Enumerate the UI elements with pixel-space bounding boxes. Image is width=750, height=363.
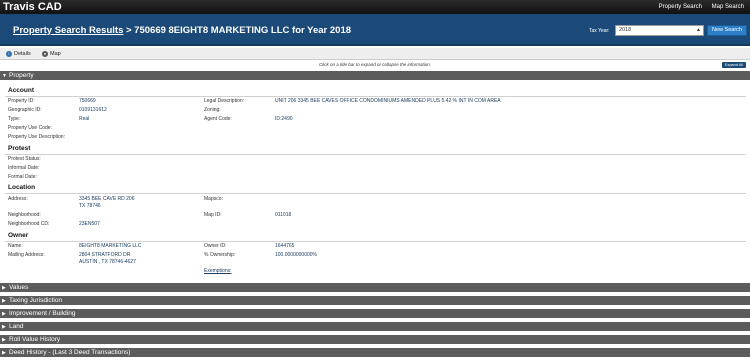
page-header: Property Search Results > 750669 8EIGHT8…: [0, 14, 750, 46]
agent-code-label: Agent Code:: [204, 116, 232, 122]
protest-heading: Protest: [8, 145, 31, 152]
property-use-code-label: Property Use Code:: [8, 125, 52, 131]
address-label: Address:: [8, 196, 28, 202]
section-taxing-jurisdiction-title: Taxing Jurisdiction: [9, 297, 63, 304]
top-bar: Travis CAD Property Search Map Search: [0, 0, 750, 14]
ownership-label: % Ownership:: [204, 252, 236, 258]
address-line2: TX 78746: [79, 203, 101, 209]
type-label: Type:: [8, 116, 21, 122]
divider: [5, 96, 746, 97]
page-title: Property Search Results > 750669 8EIGHT8…: [13, 25, 351, 37]
owner-name-label: Name:: [8, 243, 23, 249]
owner-name-value: 8EIGHT8 MARKETING LLC: [79, 243, 142, 249]
location-heading: Location: [8, 184, 36, 191]
collapsed-triangle-icon: ▶: [2, 324, 6, 330]
section-property-title: Property: [9, 72, 34, 79]
map-pin-icon: ●: [42, 50, 48, 57]
top-nav: Property Search Map Search: [651, 0, 744, 14]
neighborhood-cd-label: Neighborhood CD:: [8, 221, 50, 227]
collapsed-triangle-icon: ▶: [2, 311, 6, 317]
legal-description-value: UNIT 206 3345 BEE CAVES OFFICE CONDOMINI…: [275, 98, 501, 104]
tax-year-select[interactable]: 2018 ▲︎: [615, 25, 704, 36]
collapsed-triangle-icon: ▶: [2, 298, 6, 304]
section-roll-value-history[interactable]: ▶ Roll Value History: [0, 335, 750, 345]
property-id-value: 750669: [79, 98, 96, 104]
ownership-value: 100.0000000000%: [275, 252, 317, 258]
geographic-id-label: Geographic ID:: [8, 107, 42, 113]
mailing-address-label: Mailing Address:: [8, 252, 45, 258]
account-heading: Account: [8, 87, 34, 94]
collapsed-triangle-icon: ▶: [2, 350, 6, 356]
protest-status-label: Protest Status:: [8, 156, 41, 162]
section-property[interactable]: ▼ Property: [0, 71, 750, 81]
tab-details[interactable]: i Details: [6, 50, 31, 58]
collapsed-triangle-icon: ▶: [2, 285, 6, 291]
agent-code-value: ID:2490: [275, 116, 293, 122]
title-text: > 750669 8EIGHT8 MARKETING LLC for Year …: [123, 25, 352, 36]
info-icon: i: [6, 50, 12, 57]
map-id-value: 011018: [275, 212, 292, 218]
dropdown-arrow-icon: ▲︎: [696, 27, 701, 33]
divider: [5, 154, 746, 155]
neighborhood-cd-value: 23EN507: [79, 221, 100, 227]
tab-map-label: Map: [50, 51, 61, 57]
section-improvement-building[interactable]: ▶ Improvement / Building: [0, 309, 750, 319]
zoning-label: Zoning:: [204, 107, 221, 113]
owner-heading: Owner: [8, 232, 29, 239]
nav-map-search[interactable]: Map Search: [712, 4, 744, 10]
owner-id-label: Owner ID:: [204, 243, 227, 249]
property-id-label: Property ID:: [8, 98, 35, 104]
type-value: Real: [79, 116, 90, 122]
section-roll-value-history-title: Roll Value History: [9, 336, 61, 343]
breadcrumb-link[interactable]: Property Search Results: [13, 25, 123, 36]
property-use-description-label: Property Use Description:: [8, 134, 65, 140]
section-deed-history[interactable]: ▶ Deed History - (Last 3 Deed Transaction…: [0, 348, 750, 358]
section-deed-history-title: Deed History - (Last 3 Deed Transactions…: [9, 349, 131, 356]
legal-description-label: Legal Description:: [204, 98, 245, 104]
tab-bar: i Details ● Map: [0, 48, 750, 60]
neighborhood-label: Neighborhood:: [8, 212, 41, 218]
instruction-text: Click on a title bar to expand or collap…: [318, 62, 432, 67]
section-values[interactable]: ▶ Values: [0, 283, 750, 293]
divider: [5, 241, 746, 242]
formal-date-label: Formal Date:: [8, 174, 37, 180]
tab-details-label: Details: [14, 51, 31, 57]
divider: [5, 193, 746, 194]
mapsco-label: Mapsco:: [204, 196, 223, 202]
mailing-address-line1: 2804 STRATFORD DR: [79, 252, 131, 258]
section-improvement-building-title: Improvement / Building: [9, 310, 76, 317]
informal-date-label: Informal Date:: [8, 165, 40, 171]
expand-all-button[interactable]: Expand All: [722, 62, 746, 68]
nav-property-search[interactable]: Property Search: [659, 4, 702, 10]
tab-map[interactable]: ● Map: [42, 50, 61, 58]
owner-id-value: 1644765: [275, 243, 295, 249]
geographic-id-value: 0109131612: [79, 107, 107, 113]
tax-year-label: Tax Year:: [589, 28, 610, 34]
section-taxing-jurisdiction[interactable]: ▶ Taxing Jurisdiction: [0, 296, 750, 306]
section-values-title: Values: [9, 284, 29, 291]
collapsed-triangle-icon: ▶: [2, 337, 6, 343]
address-line1: 3345 BEE CAVE RD 206: [79, 196, 135, 202]
exemptions-link[interactable]: Exemptions:: [204, 268, 232, 275]
mailing-address-line2: AUSTIN , TX 78746-4627: [79, 259, 136, 265]
expanded-triangle-icon: ▼: [2, 73, 7, 79]
section-land[interactable]: ▶ Land: [0, 322, 750, 332]
map-id-label: Map ID:: [204, 212, 222, 218]
tax-year-value: 2018: [619, 27, 632, 33]
brand-logo[interactable]: Travis CAD: [3, 0, 62, 14]
new-search-button[interactable]: New Search: [707, 25, 747, 36]
section-land-title: Land: [9, 323, 24, 330]
